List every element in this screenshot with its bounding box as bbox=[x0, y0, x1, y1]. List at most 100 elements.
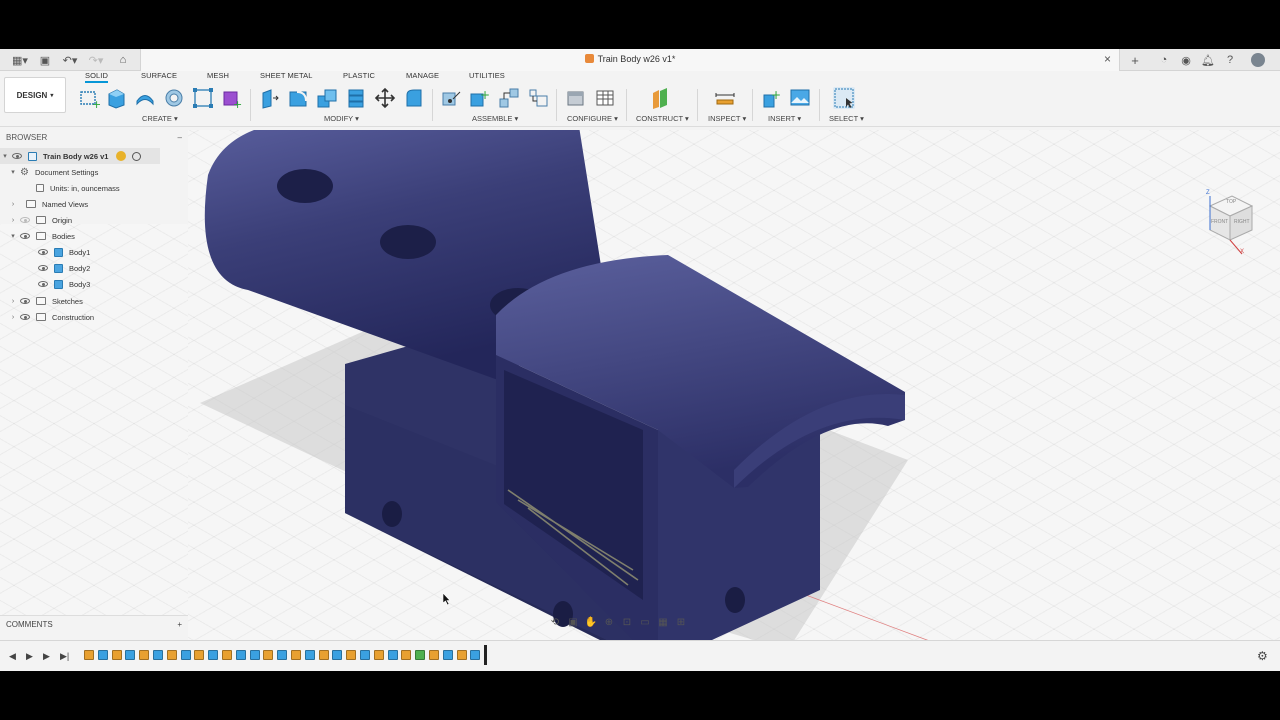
activate-icon[interactable] bbox=[116, 151, 127, 161]
help-icon[interactable]: ? bbox=[1223, 52, 1237, 68]
tree-body-2[interactable]: Body2 bbox=[38, 260, 90, 276]
timeline-feature-icon[interactable] bbox=[139, 650, 150, 660]
tree-body-3[interactable]: Body3 bbox=[38, 276, 90, 292]
caret-right-icon[interactable]: › bbox=[8, 201, 18, 208]
tab-plastic[interactable]: PLASTIC bbox=[343, 71, 375, 83]
extensions-icon[interactable]: ◔ bbox=[1157, 52, 1171, 68]
extrude-icon[interactable] bbox=[105, 87, 127, 109]
visibility-eye-icon[interactable] bbox=[20, 314, 30, 320]
go-to-start-icon[interactable]: ◀ bbox=[9, 651, 16, 662]
tab-mesh[interactable]: MESH bbox=[207, 71, 229, 83]
visibility-eye-icon[interactable] bbox=[20, 298, 30, 304]
timeline-feature-icon[interactable] bbox=[470, 650, 481, 660]
timeline-feature-icon[interactable] bbox=[222, 650, 232, 660]
timeline-feature-icon[interactable] bbox=[304, 650, 315, 660]
tab-sheet-metal[interactable]: SHEET METAL bbox=[260, 71, 313, 83]
insert-menu[interactable]: INSERT ▾ bbox=[768, 114, 801, 123]
timeline-feature-icon[interactable] bbox=[84, 650, 94, 660]
timeline-feature-icon[interactable] bbox=[442, 650, 453, 660]
caret-down-icon[interactable]: ▾ bbox=[8, 168, 18, 176]
tab-solid[interactable]: SOLID bbox=[85, 71, 109, 83]
tree-sketches[interactable]: › Sketches bbox=[8, 293, 83, 309]
tree-bodies[interactable]: ▾ Bodies bbox=[8, 228, 75, 244]
timeline-feature-icon[interactable] bbox=[97, 650, 108, 660]
move-copy-icon[interactable] bbox=[374, 87, 396, 109]
caret-right-icon[interactable]: › bbox=[8, 217, 18, 224]
caret-down-icon[interactable]: ▾ bbox=[8, 232, 18, 240]
viewcube[interactable]: TOP FRONT RIGHT Z X bbox=[1198, 188, 1262, 258]
orbit-icon[interactable]: ⟲ bbox=[548, 616, 562, 628]
timeline-feature-icon[interactable] bbox=[263, 650, 274, 660]
close-tab-icon[interactable]: × bbox=[1104, 52, 1111, 66]
tree-origin[interactable]: › Origin bbox=[8, 212, 72, 228]
play-icon[interactable]: ▶ bbox=[26, 651, 33, 662]
insert-derive-icon[interactable]: + bbox=[761, 87, 783, 109]
chamfer-icon[interactable] bbox=[316, 87, 338, 109]
timeline-feature-icon[interactable] bbox=[373, 650, 384, 660]
document-tab[interactable]: Train Body w26 v1* × bbox=[140, 49, 1120, 71]
home-icon[interactable]: ⌂ bbox=[116, 52, 130, 68]
timeline-feature-icon[interactable] bbox=[387, 650, 398, 660]
step-forward-icon[interactable]: ▶ bbox=[43, 651, 50, 662]
redo-icon[interactable]: ↷▾ bbox=[86, 52, 106, 68]
tab-surface[interactable]: SURFACE bbox=[141, 71, 177, 83]
insert-canvas-icon[interactable] bbox=[789, 87, 811, 109]
timeline-feature-icon[interactable] bbox=[456, 650, 467, 660]
press-pull-icon[interactable] bbox=[258, 87, 280, 109]
loft-icon[interactable] bbox=[192, 87, 214, 109]
timeline-feature-icon[interactable] bbox=[429, 650, 439, 660]
shell-icon[interactable] bbox=[345, 87, 367, 109]
timeline-feature-icon[interactable] bbox=[125, 650, 136, 660]
visibility-eye-icon[interactable] bbox=[20, 217, 30, 223]
look-at-icon[interactable]: ▣ bbox=[566, 616, 580, 628]
workspace-switcher[interactable]: DESIGN ▾ bbox=[4, 77, 66, 113]
visibility-eye-icon[interactable] bbox=[20, 233, 30, 239]
timeline-feature-icon[interactable] bbox=[291, 650, 301, 660]
sweep-icon[interactable] bbox=[163, 87, 185, 109]
viewports-icon[interactable]: ⊞ bbox=[674, 616, 688, 628]
caret-right-icon[interactable]: › bbox=[8, 314, 18, 321]
timeline-feature-icon[interactable] bbox=[318, 650, 329, 660]
notifications-icon[interactable]: 🔔︎ bbox=[1201, 52, 1215, 68]
zoom-icon[interactable]: ⊕ bbox=[602, 616, 616, 628]
display-settings-icon[interactable]: ▭ bbox=[638, 616, 652, 628]
select-menu[interactable]: SELECT ▾ bbox=[829, 114, 864, 123]
save-icon[interactable]: ▣ bbox=[38, 52, 52, 68]
tab-utilities[interactable]: UTILITIES bbox=[469, 71, 505, 83]
viewcube-front[interactable]: FRONT bbox=[1211, 219, 1228, 225]
user-avatar[interactable] bbox=[1250, 52, 1266, 68]
timeline-feature-icon[interactable] bbox=[332, 650, 343, 660]
measure-icon[interactable] bbox=[714, 87, 736, 109]
create-menu[interactable]: CREATE ▾ bbox=[142, 114, 178, 123]
tree-named-views[interactable]: › Named Views bbox=[8, 196, 88, 212]
joint-icon[interactable]: + bbox=[469, 87, 491, 109]
comments-panel[interactable]: COMMENTS + bbox=[0, 615, 188, 633]
go-to-end-icon[interactable]: ▶| bbox=[60, 651, 69, 662]
visibility-eye-icon[interactable] bbox=[38, 249, 48, 255]
timeline-feature-icon[interactable] bbox=[166, 650, 177, 660]
canvas-viewport[interactable]: TOP FRONT RIGHT Z X bbox=[188, 130, 1280, 671]
undo-icon[interactable]: ↶▾ bbox=[60, 52, 80, 68]
collapse-browser-icon[interactable]: – bbox=[178, 133, 182, 142]
assemble-menu[interactable]: ASSEMBLE ▾ bbox=[472, 114, 518, 123]
offset-plane-icon[interactable] bbox=[649, 87, 671, 109]
tree-root[interactable]: ▾ Train Body w26 v1 bbox=[0, 148, 160, 164]
select-icon[interactable] bbox=[833, 87, 855, 109]
grid-settings-icon[interactable]: ▦ bbox=[656, 616, 670, 628]
fit-icon[interactable]: ⊡ bbox=[620, 616, 634, 628]
tree-units[interactable]: Units: in, ouncemass bbox=[36, 180, 120, 196]
caret-down-icon[interactable]: ▾ bbox=[0, 152, 10, 160]
modify-menu[interactable]: MODIFY ▾ bbox=[324, 114, 359, 123]
timeline-marker[interactable] bbox=[484, 645, 487, 665]
split-body-icon[interactable] bbox=[403, 87, 425, 109]
configure-menu[interactable]: CONFIGURE ▾ bbox=[567, 114, 618, 123]
timeline-feature-icon[interactable] bbox=[194, 650, 205, 660]
form-icon[interactable]: + bbox=[221, 87, 243, 111]
new-tab-icon[interactable]: + bbox=[1128, 52, 1142, 68]
revolve-icon[interactable] bbox=[134, 87, 156, 109]
tree-document-settings[interactable]: ▾ ⚙ Document Settings bbox=[8, 164, 98, 180]
inspect-menu[interactable]: INSPECT ▾ bbox=[708, 114, 746, 123]
tree-body-1[interactable]: Body1 bbox=[38, 244, 90, 260]
timeline-feature-icon[interactable] bbox=[346, 650, 357, 660]
timeline-feature-icon[interactable] bbox=[249, 650, 260, 660]
